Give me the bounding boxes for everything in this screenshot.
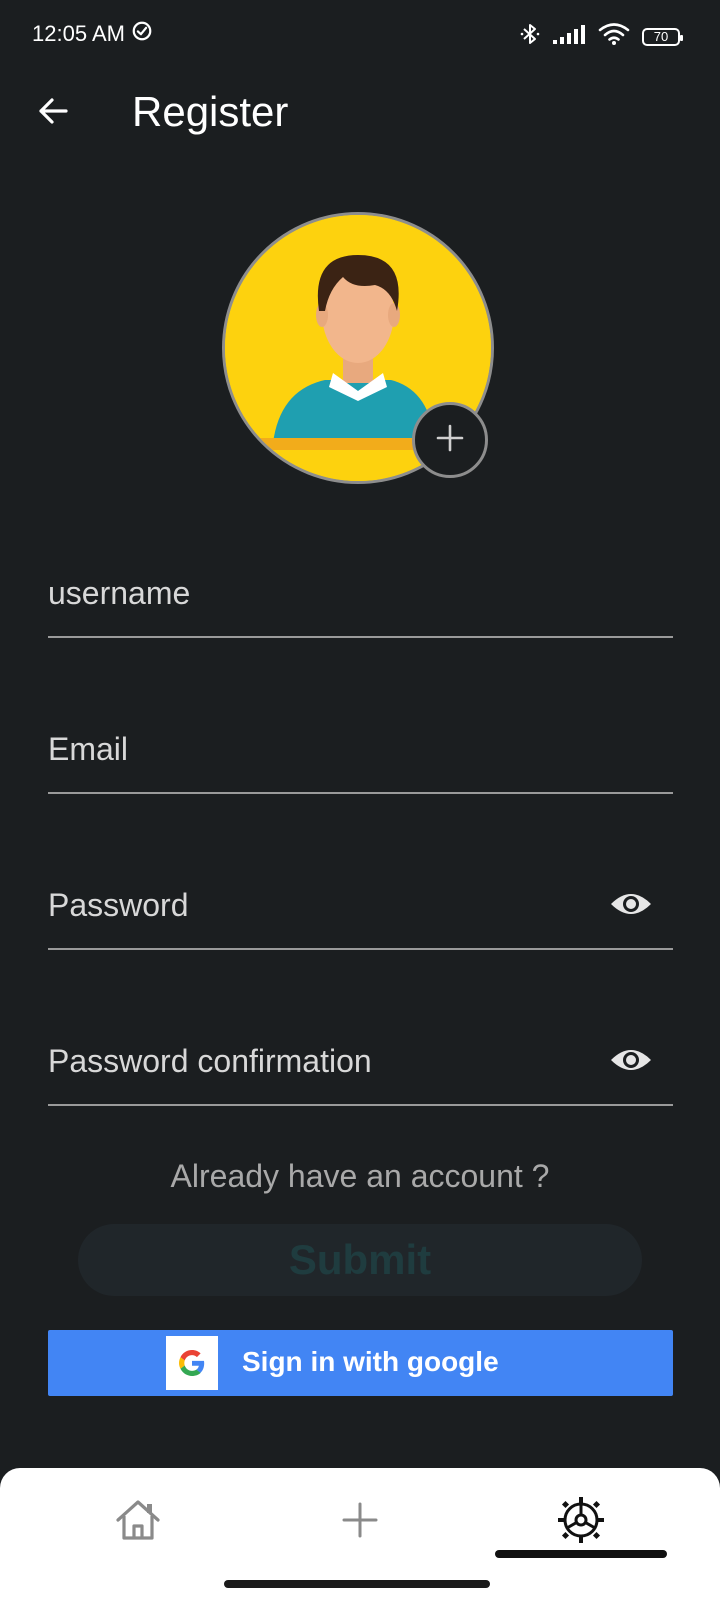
- gesture-bar[interactable]: [224, 1580, 490, 1588]
- settings-icon: [557, 1496, 605, 1549]
- battery-level: 70: [653, 29, 669, 44]
- status-time-group: 12:05 AM: [32, 20, 153, 48]
- active-tab-indicator: [495, 1550, 667, 1558]
- password-confirmation-visibility-toggle[interactable]: [609, 1042, 653, 1082]
- bluetooth-icon: [520, 22, 540, 51]
- password-confirmation-field: [48, 1016, 673, 1106]
- nav-add[interactable]: [330, 1494, 390, 1550]
- password-input[interactable]: [48, 880, 588, 930]
- add-photo-button[interactable]: [412, 402, 488, 478]
- wifi-icon: [598, 22, 630, 51]
- password-field: [48, 860, 673, 950]
- status-time: 12:05 AM: [32, 21, 125, 46]
- status-icons: 70: [520, 22, 683, 51]
- plus-icon: [435, 423, 465, 458]
- page-title: Register: [132, 88, 289, 135]
- plus-icon: [340, 1500, 380, 1545]
- google-logo-icon: [166, 1336, 218, 1390]
- app-bar: Register: [0, 70, 720, 160]
- username-field: [48, 548, 673, 638]
- password-visibility-toggle[interactable]: [609, 886, 653, 926]
- home-icon: [114, 1498, 162, 1547]
- nav-settings[interactable]: [551, 1494, 611, 1550]
- google-sign-in-label: Sign in with google: [242, 1346, 499, 1377]
- password-confirmation-input[interactable]: [48, 1036, 588, 1086]
- username-input[interactable]: [48, 568, 588, 618]
- avatar-picker[interactable]: [222, 212, 494, 484]
- arrow-left-icon: [36, 94, 70, 133]
- login-link[interactable]: Already have an account ?: [0, 1158, 720, 1195]
- google-sign-in-button[interactable]: Sign in with google: [48, 1330, 673, 1396]
- back-button[interactable]: [30, 90, 76, 136]
- submit-button[interactable]: Submit: [78, 1224, 642, 1296]
- check-circle-icon: [131, 20, 153, 48]
- signal-icon: [552, 23, 586, 50]
- status-bar: 12:05 AM 70: [0, 0, 720, 70]
- nav-home[interactable]: [108, 1494, 168, 1550]
- bottom-navigation: [0, 1468, 720, 1600]
- eye-icon: [610, 890, 652, 923]
- email-field: [48, 704, 673, 794]
- submit-label: Submit: [288, 1236, 432, 1283]
- eye-icon: [610, 1046, 652, 1079]
- battery-icon: 70: [642, 27, 683, 46]
- email-input[interactable]: [48, 724, 588, 774]
